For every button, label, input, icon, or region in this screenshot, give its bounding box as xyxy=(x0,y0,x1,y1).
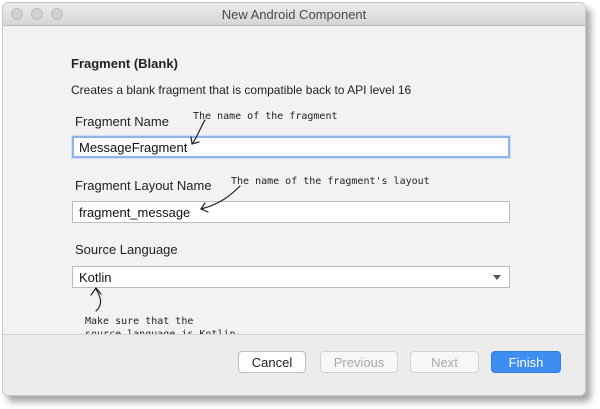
fragment-layout-name-input[interactable] xyxy=(72,201,510,223)
fragment-name-label: Fragment Name xyxy=(75,114,169,129)
fragment-name-annotation: The name of the fragment xyxy=(193,111,338,122)
source-language-select[interactable]: Kotlin xyxy=(72,266,510,288)
fragment-name-input[interactable] xyxy=(72,136,510,158)
layout-name-annotation: The name of the fragment's layout xyxy=(231,176,430,187)
source-language-label: Source Language xyxy=(75,242,178,257)
dialog-footer: Cancel Previous Next Finish xyxy=(3,334,585,395)
finish-button[interactable]: Finish xyxy=(491,351,561,373)
source-language-value: Kotlin xyxy=(79,270,112,285)
cancel-button[interactable]: Cancel xyxy=(238,351,306,373)
dialog-content: Fragment (Blank) Creates a blank fragmen… xyxy=(3,26,585,340)
previous-button[interactable]: Previous xyxy=(320,351,398,373)
component-description: Creates a blank fragment that is compati… xyxy=(71,83,412,97)
chevron-down-icon xyxy=(493,275,501,280)
fragment-layout-name-label: Fragment Layout Name xyxy=(75,178,212,193)
window-title: New Android Component xyxy=(221,7,367,22)
title-bar: New Android Component xyxy=(3,3,585,26)
component-heading: Fragment (Blank) xyxy=(71,56,178,71)
next-button[interactable]: Next xyxy=(410,351,479,373)
dialog-window: New Android Component Fragment (Blank) C… xyxy=(2,2,586,396)
language-annotation-line1: Make sure that the xyxy=(85,316,194,327)
